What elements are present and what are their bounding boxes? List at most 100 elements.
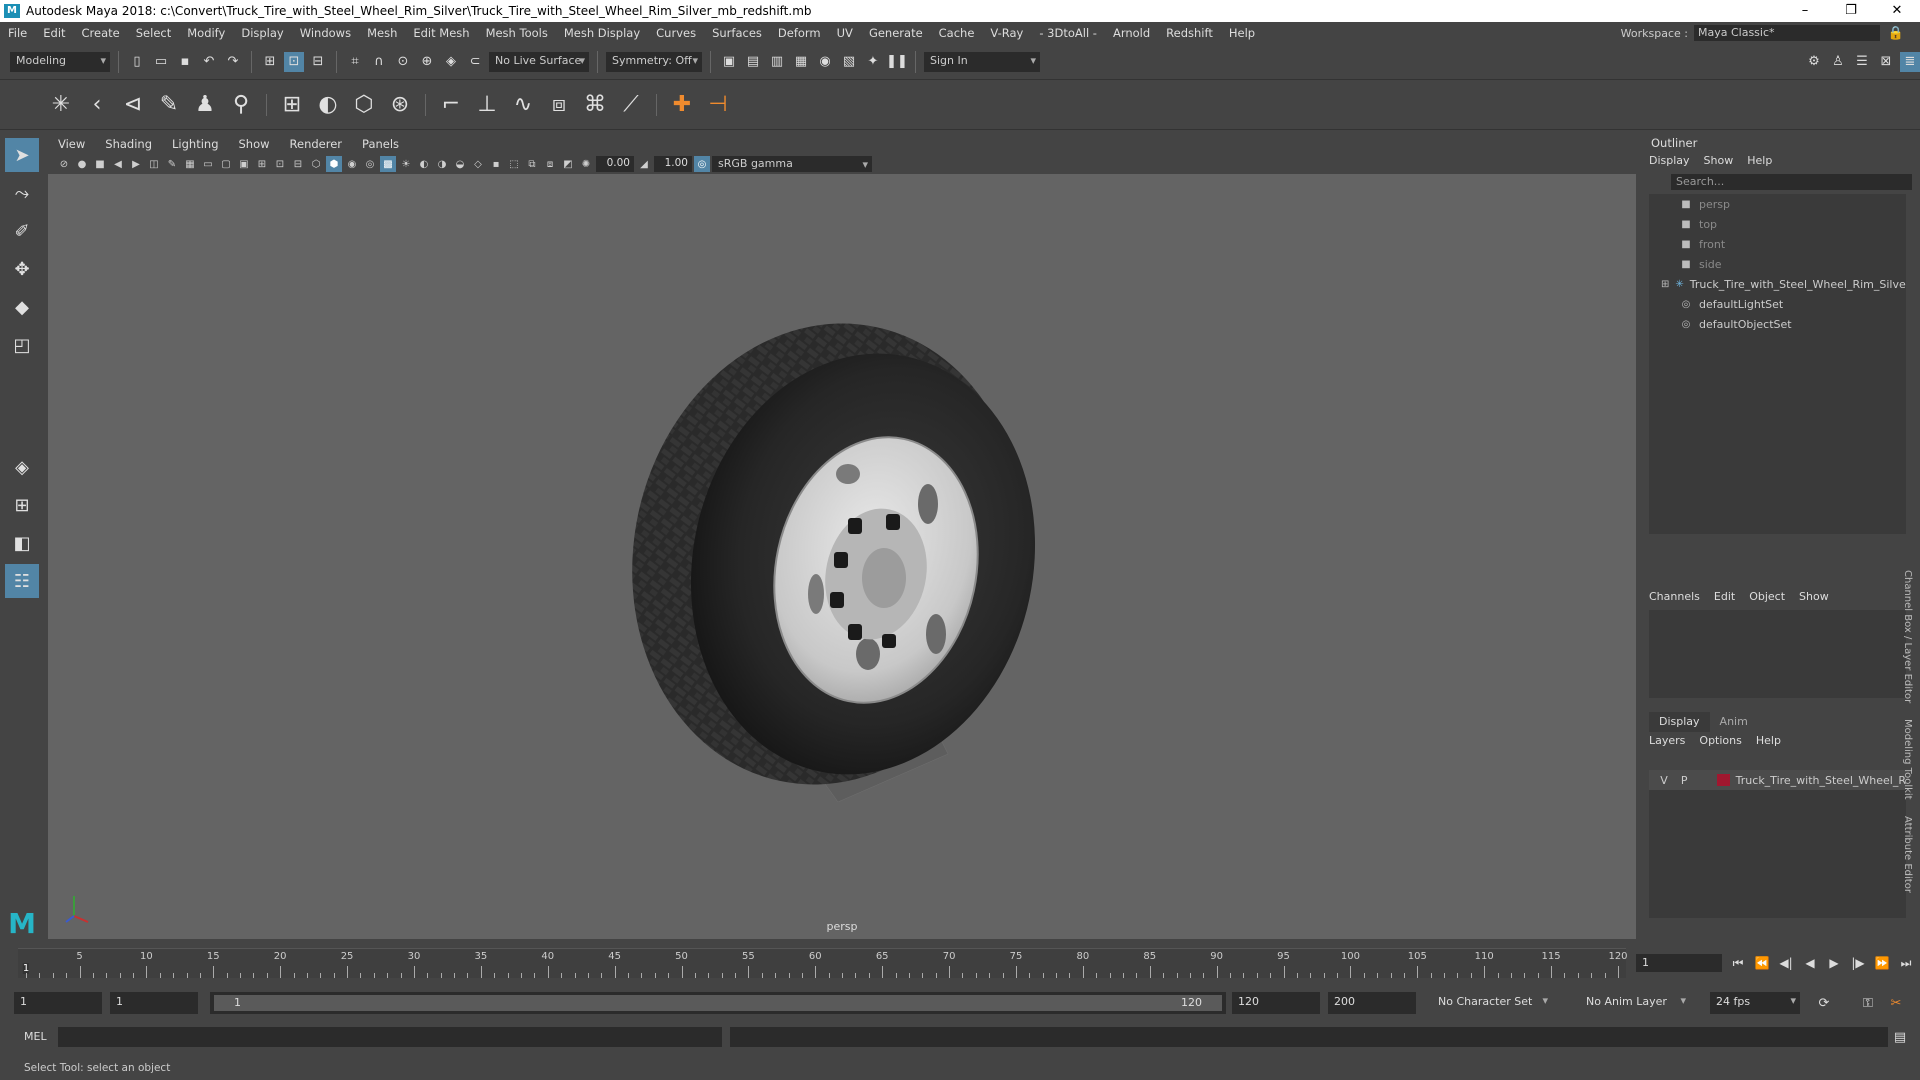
open-scene-icon[interactable]: ▭ — [151, 52, 171, 72]
channel-box-icon[interactable]: ≣ — [1900, 51, 1920, 72]
textured-icon[interactable]: ▩ — [380, 156, 396, 172]
menu-generate[interactable]: Generate — [861, 26, 931, 40]
field-chart-icon[interactable]: ⊞ — [254, 156, 270, 172]
snap-curve-icon[interactable]: ∩ — [369, 52, 389, 72]
snap-magnet-icon[interactable]: ⊂ — [465, 52, 485, 72]
outliner-item-default-object-set[interactable]: ◎ defaultObjectSet — [1649, 314, 1906, 334]
pencil-curve-icon[interactable]: ✎ — [154, 90, 184, 120]
smooth-shade-icon[interactable]: ⬢ — [326, 156, 342, 172]
blend-shape-icon[interactable]: ◐ — [313, 90, 343, 120]
outliner-menu-show[interactable]: Show — [1704, 152, 1734, 170]
render-view-icon[interactable]: ▣ — [719, 52, 739, 72]
viewport-menu-lighting[interactable]: Lighting — [162, 137, 228, 151]
color-management-icon[interactable]: ◎ — [694, 156, 710, 172]
menu-display[interactable]: Display — [233, 26, 291, 40]
outliner-item-front[interactable]: ■ front — [1649, 234, 1906, 254]
exposure-field[interactable]: 0.00 — [596, 156, 634, 172]
ipr-render-icon[interactable]: ▥ — [767, 52, 787, 72]
screen-space-ao-icon[interactable]: ◑ — [434, 156, 450, 172]
close-button[interactable]: ✕ — [1874, 0, 1920, 22]
render-settings-icon[interactable]: ▦ — [791, 52, 811, 72]
default-material-icon[interactable]: ◉ — [344, 156, 360, 172]
layer-row[interactable]: V P Truck_Tire_with_Steel_Wheel_R — [1649, 770, 1906, 790]
human-ik-icon[interactable]: ♙ — [1828, 52, 1848, 72]
light-editor-icon[interactable]: ✦ — [863, 52, 883, 72]
menu-uv[interactable]: UV — [829, 26, 861, 40]
anim-layer-dropdown[interactable]: No Anim Layer — [1580, 992, 1690, 1014]
scale-tool-icon[interactable]: ◰ — [5, 328, 39, 362]
hypershade-icon[interactable]: ◉ — [815, 52, 835, 72]
move-tool-icon[interactable]: ✥ — [5, 252, 39, 286]
motion-blur-icon[interactable]: ◒ — [452, 156, 468, 172]
layer-visibility-toggle[interactable]: V — [1657, 774, 1671, 787]
select-camera-icon[interactable]: ⊘ — [56, 156, 72, 172]
range-fill[interactable] — [214, 995, 1222, 1011]
menu-file[interactable]: File — [0, 26, 35, 40]
image-plane-icon[interactable]: ▶ — [128, 156, 144, 172]
sign-in-dropdown[interactable]: Sign In — [924, 51, 1040, 72]
isolate-select-icon[interactable]: ⬚ — [506, 156, 522, 172]
backface-culling-icon[interactable]: ◩ — [560, 156, 576, 172]
step-back-frame-icon[interactable]: ◀| — [1776, 954, 1796, 972]
channel-box-area[interactable] — [1649, 610, 1906, 698]
animation-start-field[interactable]: 1 — [14, 992, 102, 1014]
snap-point-icon[interactable]: ⊙ — [393, 52, 413, 72]
step-back-key-icon[interactable]: ⏪ — [1752, 954, 1772, 972]
gamma-field[interactable]: 1.00 — [654, 156, 692, 172]
outliner-item-top[interactable]: ■ top — [1649, 214, 1906, 234]
bookmark-icon[interactable]: ■ — [92, 156, 108, 172]
outliner-item-default-light-set[interactable]: ◎ defaultLightSet — [1649, 294, 1906, 314]
modeling-toolkit-icon[interactable]: ⚙ — [1804, 52, 1824, 72]
undo-icon[interactable]: ↶ — [199, 52, 219, 72]
menu-vray[interactable]: V-Ray — [982, 26, 1031, 40]
single-perspective-layout-icon[interactable]: ◈ — [5, 450, 39, 484]
menu-create[interactable]: Create — [74, 26, 128, 40]
menu-surfaces[interactable]: Surfaces — [704, 26, 770, 40]
cluster-icon[interactable]: ⊞ — [277, 90, 307, 120]
animation-end-field[interactable]: 200 — [1328, 992, 1416, 1014]
gamma-icon[interactable]: ◢ — [636, 156, 652, 172]
menu-redshift[interactable]: Redshift — [1158, 26, 1221, 40]
film-gate-icon[interactable]: ▭ — [200, 156, 216, 172]
new-scene-icon[interactable]: ▯ — [127, 52, 147, 72]
skeleton-icon[interactable]: ⚲ — [226, 90, 256, 120]
outliner-item-side[interactable]: ■ side — [1649, 254, 1906, 274]
layers-menu[interactable]: Layers — [1649, 732, 1685, 750]
menu-cache[interactable]: Cache — [931, 26, 983, 40]
select-component-icon[interactable]: ⊟ — [308, 52, 328, 72]
2d-pan-zoom-icon[interactable]: ◫ — [146, 156, 162, 172]
step-forward-key-icon[interactable]: ⏩ — [1872, 954, 1892, 972]
depth-of-field-icon[interactable]: ▪ — [488, 156, 504, 172]
go-to-end-icon[interactable]: ⏭ — [1896, 954, 1916, 972]
anim-prefs-icon[interactable]: ✂ — [1886, 993, 1906, 1013]
channelbox-edit-menu[interactable]: Edit — [1714, 588, 1735, 606]
menu-help[interactable]: Help — [1221, 26, 1263, 40]
workspace-dropdown[interactable]: Maya Classic* — [1694, 25, 1880, 41]
camera-attributes-icon[interactable]: ◀ — [110, 156, 126, 172]
two-panel-layout-icon[interactable]: ◧ — [5, 526, 39, 560]
perspective-viewport[interactable]: persp — [48, 174, 1636, 939]
squash-deformer-icon[interactable]: ⧈ — [544, 90, 574, 120]
menu-edit-mesh[interactable]: Edit Mesh — [405, 26, 477, 40]
rotate-tool-icon[interactable]: ◆ — [5, 290, 39, 324]
menu-arnold[interactable]: Arnold — [1105, 26, 1158, 40]
lock-camera-icon[interactable]: ● — [74, 156, 90, 172]
bezier-curve-icon[interactable]: ⊲ — [118, 90, 148, 120]
menu-windows[interactable]: Windows — [292, 26, 359, 40]
viewport-menu-show[interactable]: Show — [229, 137, 280, 151]
menu-mesh-display[interactable]: Mesh Display — [556, 26, 648, 40]
render-setup-icon[interactable]: ▧ — [839, 52, 859, 72]
wireframe-on-shaded-icon[interactable]: ◎ — [362, 156, 378, 172]
script-language-label[interactable]: MEL — [24, 1030, 47, 1043]
use-all-lights-icon[interactable]: ☀ — [398, 156, 414, 172]
cv-curve-icon[interactable]: ✳ — [46, 90, 76, 120]
current-frame-field[interactable]: 1 — [1636, 954, 1722, 972]
joint-tool-icon[interactable]: ♟ — [190, 90, 220, 120]
safe-action-icon[interactable]: ⊡ — [272, 156, 288, 172]
render-frame-icon[interactable]: ▤ — [743, 52, 763, 72]
select-tool-icon[interactable]: ➤ — [5, 138, 39, 172]
layers-help-menu[interactable]: Help — [1756, 732, 1781, 750]
playback-start-field[interactable]: 1 — [110, 992, 198, 1014]
pause-icon[interactable]: ❚❚ — [886, 52, 908, 72]
time-slider-track[interactable]: 1 5 10 15 20 25 30 35 40 45 50 55 60 65 70 75 80 85 90 95 1… — [18, 948, 1628, 978]
